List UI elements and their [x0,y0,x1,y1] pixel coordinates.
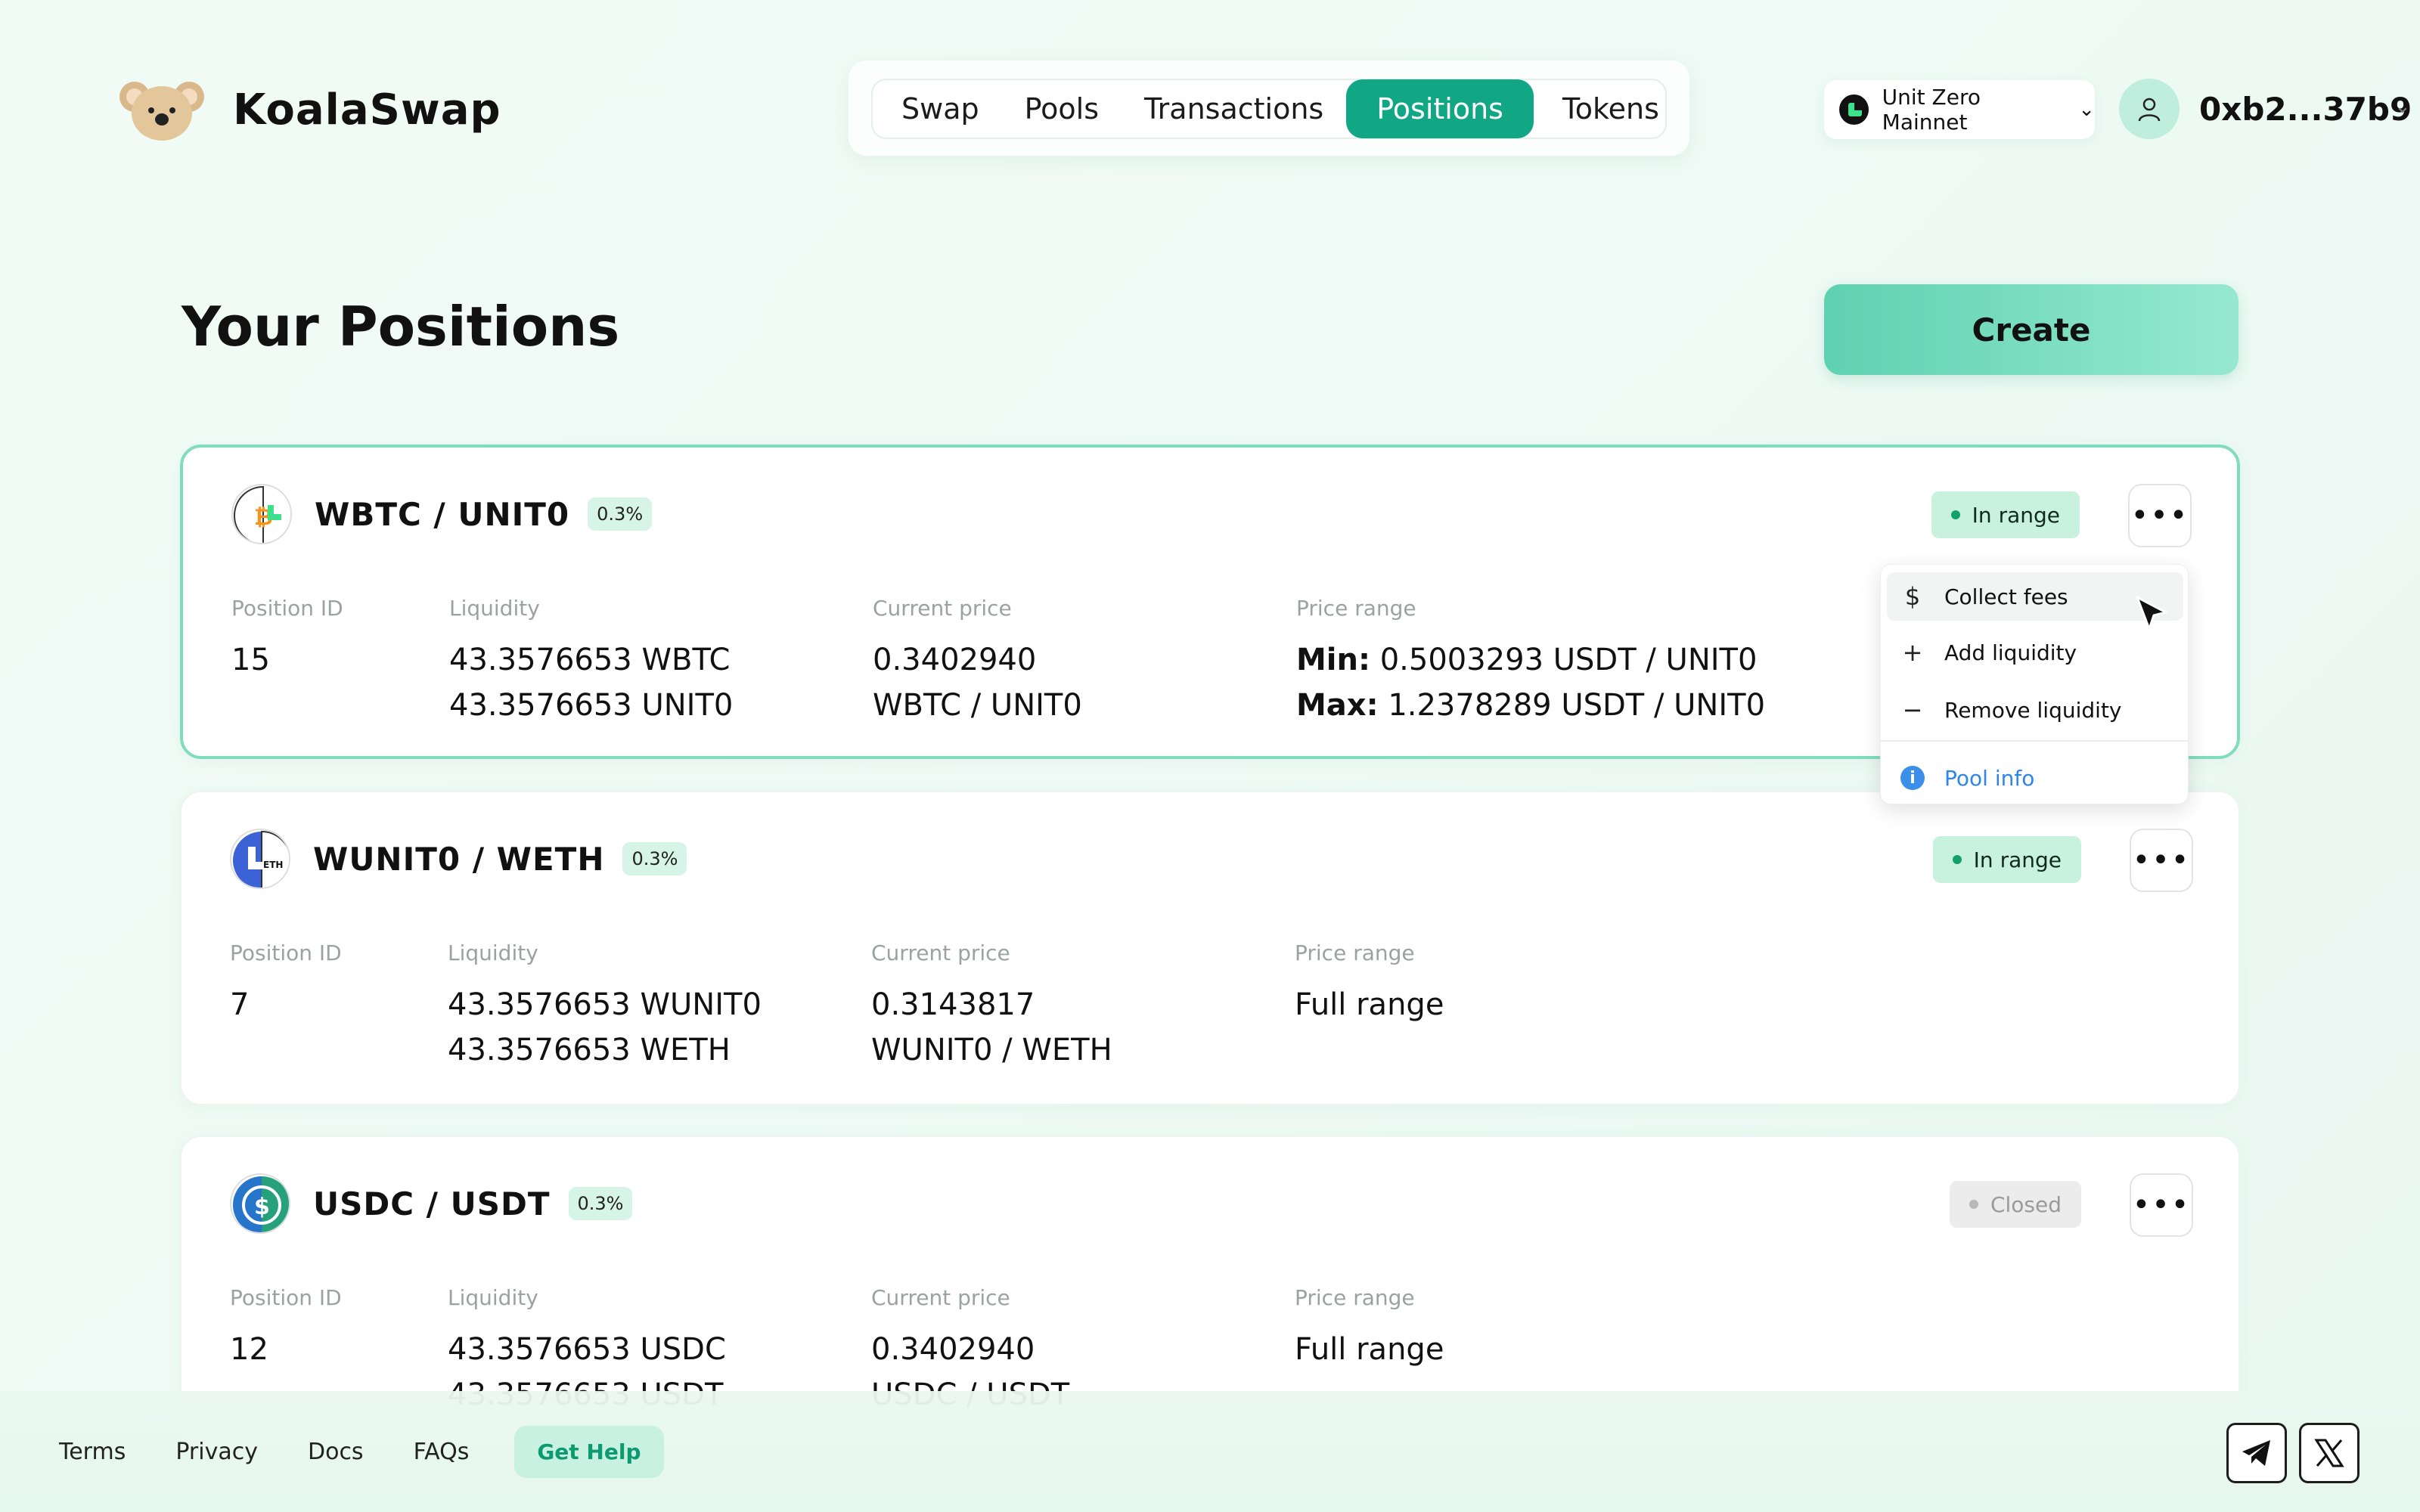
wunit0-weth-icon: ETH [230,829,290,889]
liquidity-label: Liquidity [448,1285,538,1310]
nav-positions[interactable]: Positions [1346,79,1534,138]
get-help-button[interactable]: Get Help [514,1425,664,1478]
mouse-cursor-icon [2136,596,2167,631]
network-selector[interactable]: Unit Zero Mainnet ⌄ [1824,80,2095,139]
x-icon[interactable] [2299,1423,2360,1483]
current-price-label: Current price [871,940,1010,965]
price-pair: WUNIT0 / WETH [871,1033,1112,1067]
unit-zero-icon [1839,94,1869,125]
user-icon [2119,79,2180,139]
more-options-button[interactable]: ••• [2130,1173,2193,1237]
nav-swap[interactable]: Swap [879,79,1002,138]
fee-badge: 0.3% [622,842,687,875]
page-title: Your Positions [182,295,620,358]
usdc-usdt-icon: $ [230,1173,290,1234]
chevron-down-icon[interactable]: ⌄ [2394,95,2411,118]
more-icon: ••• [2130,498,2189,533]
fee-badge: 0.3% [568,1187,633,1220]
liquidity-b: 43.3576653 WETH [448,1033,731,1067]
nav-pools[interactable]: Pools [1002,79,1122,138]
price-range-label: Price range [1296,596,1416,621]
status-badge: In range [1932,836,2081,883]
create-button[interactable]: Create [1824,284,2238,375]
brand-name: KoalaSwap [233,85,501,135]
menu-remove-liquidity[interactable]: − Remove liquidity [1881,686,2188,734]
menu-add-liquidity[interactable]: + Add liquidity [1881,628,2188,677]
current-price: 0.3143817 [871,987,1035,1022]
pair-name: USDC / USDT [313,1185,551,1222]
nav-tokens[interactable]: Tokens [1534,79,1688,138]
more-icon: ••• [2132,1188,2191,1222]
current-price-label: Current price [871,1285,1010,1310]
price-range-label: Price range [1295,940,1415,965]
network-label: Unit Zero Mainnet [1882,85,1981,135]
wallet-address: 0xb2...37b9 [2199,90,2412,128]
more-icon: ••• [2132,843,2191,878]
price-range: Full range [1295,987,1444,1022]
dollar-icon: $ [1904,582,1921,611]
liquidity-a: 43.3576653 USDC [448,1332,726,1367]
pair-name: WBTC / UNIT0 [315,495,570,533]
status-badge: In range [1931,491,2080,538]
position-id: 15 [231,643,270,677]
koala-icon [119,82,204,141]
range-min: Min: 0.5003293 USDT / UNIT0 [1296,643,1758,677]
position-id: 7 [230,987,250,1022]
pair-name: WUNIT0 / WETH [313,840,605,878]
position-id-label: Position ID [230,1285,342,1310]
plus-icon: + [1902,638,1923,667]
position-card[interactable]: ETH WUNIT0 / WETH 0.3% In range ••• Posi… [180,791,2240,1105]
brand-logo[interactable]: KoalaSwap [118,76,501,144]
liquidity-label: Liquidity [448,940,538,965]
more-options-button[interactable]: ••• [2130,829,2193,892]
current-price: 0.3402940 [873,643,1037,677]
status-badge: Closed [1949,1181,2081,1228]
liquidity-a: 43.3576653 WBTC [449,643,731,677]
liquidity-b: 43.3576653 UNIT0 [449,688,734,723]
position-id-label: Position ID [230,940,342,965]
nav-transactions[interactable]: Transactions [1122,79,1346,138]
more-options-button[interactable]: ••• [2128,484,2192,547]
minus-icon: − [1902,696,1923,724]
footer: Terms Privacy Docs FAQs Get Help [0,1391,2420,1512]
menu-pool-info[interactable]: i Pool info [1881,754,2188,802]
info-icon: i [1900,766,1925,790]
liquidity-a: 43.3576653 WUNIT0 [448,987,762,1022]
footer-terms[interactable]: Terms [59,1439,126,1465]
wbtc-unit0-icon: ₿ [231,484,292,544]
footer-privacy[interactable]: Privacy [175,1439,258,1465]
footer-docs[interactable]: Docs [308,1439,364,1465]
liquidity-label: Liquidity [449,596,540,621]
position-id: 12 [230,1332,268,1367]
chevron-down-icon: ⌄ [2078,98,2095,121]
menu-divider [1881,740,2188,742]
price-pair: WBTC / UNIT0 [873,688,1082,723]
account-button[interactable]: 0xb2...37b9 [2119,79,2412,139]
svg-text:$: $ [254,1194,270,1220]
range-max: Max: 1.2378289 USDT / UNIT0 [1296,688,1766,723]
footer-faqs[interactable]: FAQs [414,1439,470,1465]
price-range-label: Price range [1295,1285,1415,1310]
main-nav: Swap Pools Transactions Positions Tokens [849,60,1689,156]
current-price-label: Current price [873,596,1012,621]
current-price: 0.3402940 [871,1332,1035,1367]
svg-text:ETH: ETH [263,860,283,870]
telegram-icon[interactable] [2226,1423,2287,1483]
price-range: Full range [1295,1332,1444,1367]
fee-badge: 0.3% [588,497,653,531]
position-id-label: Position ID [231,596,343,621]
